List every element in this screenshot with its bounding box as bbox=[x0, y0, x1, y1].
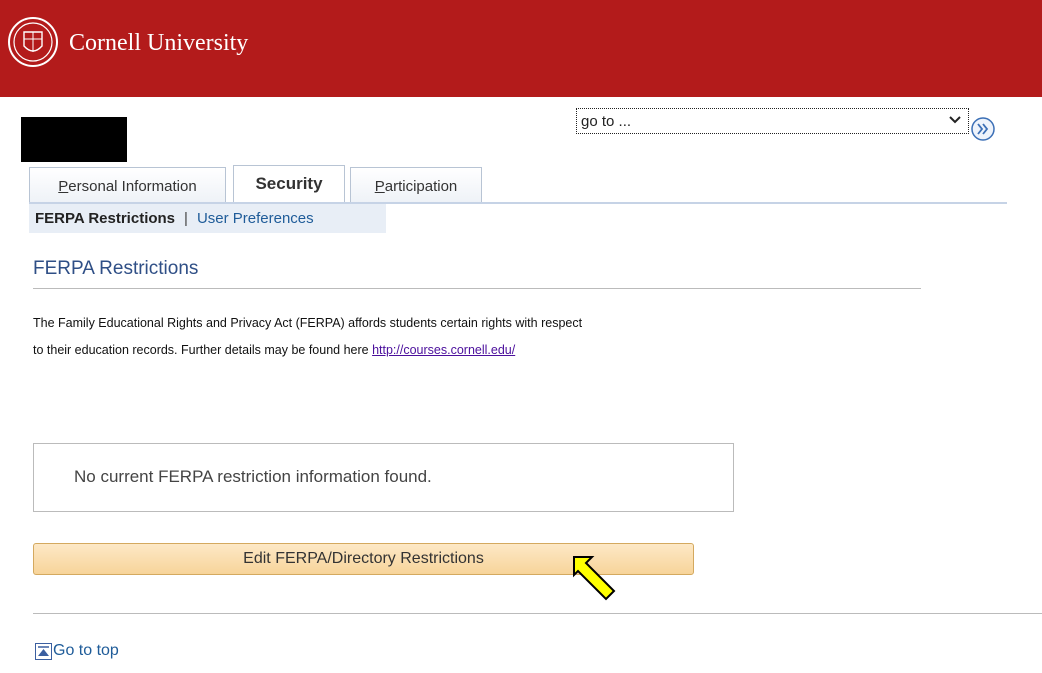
tab-security-label: Security bbox=[255, 174, 323, 193]
description-text: to their education records. Further deta… bbox=[33, 343, 373, 357]
cornell-seal-icon bbox=[8, 17, 58, 67]
goto-select[interactable]: go to ... bbox=[576, 108, 969, 134]
tab-personal-information[interactable]: Personal Information bbox=[29, 167, 226, 203]
go-to-top-icon bbox=[35, 643, 52, 660]
page-title: FERPA Restrictions bbox=[33, 258, 199, 279]
description-line-2: to their education records. Further deta… bbox=[33, 343, 515, 357]
go-to-top-link[interactable]: Go to top bbox=[35, 642, 119, 660]
brand-name[interactable]: Cornell University bbox=[69, 30, 248, 57]
tab-participation-label: articipation bbox=[384, 178, 458, 195]
redacted-name-block bbox=[21, 117, 127, 162]
tab-personal-label: ersonal Information bbox=[68, 178, 197, 195]
tab-security[interactable]: Security bbox=[233, 165, 345, 204]
double-chevron-icon[interactable] bbox=[970, 116, 996, 142]
description-line-1: The Family Educational Rights and Privac… bbox=[33, 316, 583, 330]
courses-link[interactable]: http://courses.cornell.edu/ bbox=[372, 343, 515, 357]
go-to-top-label: Go to top bbox=[53, 642, 119, 659]
tab-participation-accel: P bbox=[374, 178, 385, 195]
subnav-separator: | bbox=[184, 210, 188, 227]
arrow-cursor-icon bbox=[573, 556, 616, 601]
title-divider bbox=[33, 288, 921, 289]
restriction-message: No current FERPA restriction information… bbox=[74, 467, 432, 486]
chevron-down-icon bbox=[949, 116, 961, 124]
subnav-current-page: FERPA Restrictions bbox=[35, 210, 176, 227]
bottom-divider bbox=[33, 613, 1042, 614]
sub-navigation: FERPA Restrictions | User Preferences bbox=[29, 204, 386, 233]
goto-select-value: go to ... bbox=[581, 113, 632, 130]
tab-participation[interactable]: Participation bbox=[350, 167, 482, 203]
tab-personal-accel: P bbox=[58, 178, 69, 195]
site-header: Cornell University bbox=[0, 0, 1042, 97]
restriction-message-box: No current FERPA restriction information… bbox=[33, 443, 734, 512]
subnav-user-preferences-link[interactable]: User Preferences bbox=[197, 210, 314, 227]
